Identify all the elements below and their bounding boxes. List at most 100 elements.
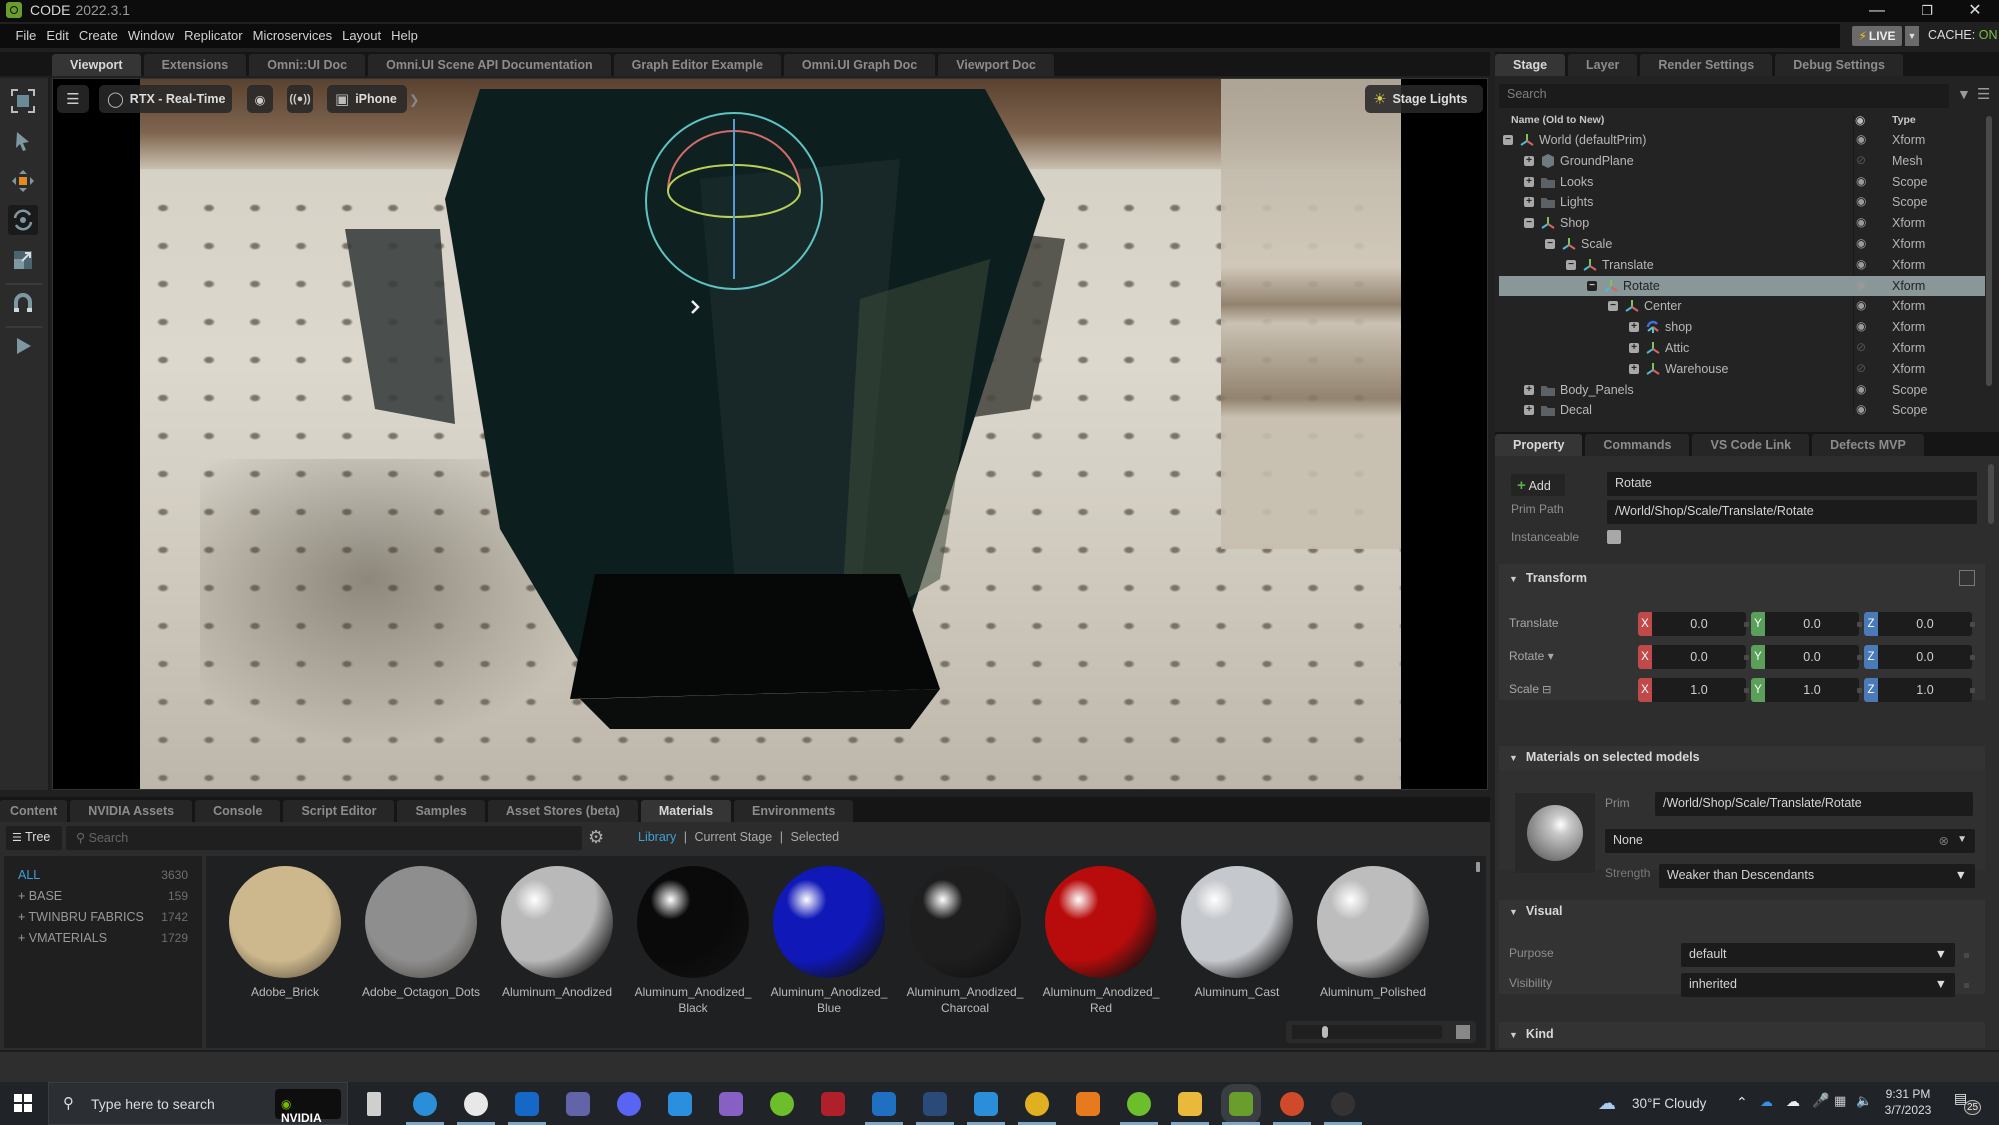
tab-content[interactable]: Content [0,800,68,822]
eye-icon[interactable]: ◉ [1856,215,1866,229]
stage-tree-row[interactable]: − World (defaultPrim) ◉ Xform [1499,130,1985,151]
category-base[interactable]: + BASE 159 [18,889,188,903]
stage-tree-row[interactable]: − Scale ◉ Xform [1499,234,1985,255]
rotate-tool[interactable] [8,205,38,235]
cloud-icon[interactable]: ☁ [1786,1093,1800,1110]
expand-icon[interactable]: + [1524,176,1534,187]
discord-taskbar-icon[interactable] [617,1092,641,1116]
reset-value-dot[interactable] [1970,688,1975,693]
collapse-icon[interactable]: − [1587,280,1597,291]
task-view-taskbar-icon[interactable] [367,1092,381,1116]
filter-library[interactable]: Library [638,830,676,844]
type-column-header[interactable]: Type [1892,114,1916,126]
tab-omni-ui-graph-doc[interactable]: Omni.UI Graph Doc [783,54,936,76]
visual-section-header[interactable]: ▼ Visual [1499,900,1985,924]
onedrive-icon[interactable]: ☁ [1760,1094,1773,1110]
show-hidden-icons-chevron[interactable]: ⌃ [1736,1094,1748,1111]
davinci-resolve-taskbar-icon[interactable] [923,1092,947,1116]
collapse-icon[interactable]: − [1503,135,1513,145]
category-all[interactable]: ALL 3630 [18,868,188,882]
uniform-scale-link-icon[interactable]: ⊟ [1539,684,1551,696]
materials-scrollbar[interactable] [1476,862,1480,872]
collapse-icon[interactable]: − [1608,301,1618,312]
stage-tree-row[interactable]: + Warehouse ⊘ Xform [1499,359,1985,380]
expand-icon[interactable]: + [1629,322,1639,333]
transform-rotate-y-field[interactable]: Y 0.0 [1751,645,1859,669]
frame-selection-tool[interactable] [8,86,38,116]
transform-options-icon[interactable] [1959,570,1975,586]
tab-render-settings[interactable]: Render Settings [1640,54,1773,76]
network-icon[interactable]: ▦ [1834,1093,1846,1109]
eye-hidden-icon[interactable]: ⊘ [1856,361,1866,375]
stage-tree-row[interactable]: − Shop ◉ Xform [1499,213,1985,234]
obs-taskbar-icon[interactable] [1331,1092,1355,1116]
tab-graph-editor-example[interactable]: Graph Editor Example [613,54,781,76]
chrome-taskbar-icon[interactable] [1025,1092,1049,1116]
transform-rotate-label[interactable]: Rotate ▾ [1509,649,1554,663]
live-dropdown-button[interactable]: ▼ [1905,26,1919,46]
material-thumbnail[interactable]: Adobe_Brick [218,866,352,1000]
expand-icon[interactable]: + [1524,155,1534,166]
category-vmaterials[interactable]: + VMATERIALS 1729 [18,931,188,945]
property-scrollbar[interactable] [1988,464,1994,524]
purpose-select[interactable]: default ▼ [1681,943,1955,967]
outlook-taskbar-icon[interactable] [515,1092,539,1116]
windows-start-button[interactable] [14,1094,32,1112]
chevron-down-icon[interactable]: ▼ [1955,868,1967,882]
expand-icon[interactable]: + [1524,197,1534,208]
reset-value-dot[interactable] [1857,655,1862,660]
clock[interactable]: 9:31 PM 3/7/2023 [1884,1087,1932,1117]
material-thumbnail[interactable]: Aluminum_Anodized [490,866,624,1000]
category-twinbru-fabrics[interactable]: + TWINBRU FABRICS 1742 [18,910,188,924]
reset-value-dot[interactable] [1744,688,1749,693]
snap-tool[interactable] [8,288,38,318]
vscode-taskbar-icon[interactable] [668,1092,692,1116]
display-options-button[interactable]: ◉ [247,85,273,113]
stage-lights-button[interactable]: ☀ Stage Lights [1365,85,1483,113]
chevron-down-icon[interactable]: ▼ [1935,977,1947,991]
strength-select[interactable]: Weaker than Descendants ▼ [1659,864,1975,888]
material-select[interactable]: None ⊗ ▼ [1605,829,1975,853]
slack-taskbar-icon[interactable] [464,1092,488,1116]
tree-toggle-button[interactable]: ☰ Tree [6,826,62,850]
stage-search-input[interactable]: Search [1499,84,1949,108]
app-green-taskbar-icon[interactable] [770,1092,794,1116]
viewport[interactable]: ☰ ◯ RTX - Real-Time ◉ ((●)) ▣ iPhone ❯ ☀ St… [52,78,1488,790]
material-thumbnail[interactable]: Aluminum_Anodized_ Blue [762,866,896,1016]
tab-environments[interactable]: Environments [734,800,854,822]
purpose-reset-dot[interactable] [1964,953,1969,958]
scale-tool[interactable] [8,245,38,275]
reset-value-dot[interactable] [1857,688,1862,693]
camera-button[interactable]: ▣ iPhone [327,85,407,113]
rotation-order-dropdown-icon[interactable]: ▾ [1544,649,1554,663]
stage-tree-row[interactable]: + Body_Panels ◉ Scope [1499,380,1985,401]
tab-stage[interactable]: Stage [1495,54,1566,76]
add-button[interactable]: + Add [1511,474,1565,496]
transform-rotate-z-field[interactable]: Z 0.0 [1864,645,1972,669]
filter-selected[interactable]: Selected [790,830,839,844]
reset-value-dot[interactable] [1744,622,1749,627]
material-thumbnail[interactable]: Aluminum_Polished [1306,866,1440,1000]
tab-vs-code-link[interactable]: VS Code Link [1692,434,1810,456]
material-thumbnail[interactable]: Adobe_Octagon_Dots [354,866,488,1000]
minimize-button[interactable]: — [1855,0,1899,22]
slider-thumb[interactable] [1322,1026,1328,1038]
tab-property[interactable]: Property [1495,434,1583,456]
weather-text[interactable]: 30°F Cloudy [1632,1096,1706,1111]
volume-icon[interactable]: 🔈 [1856,1093,1872,1109]
tab-omni-ui-scene-api-doc[interactable]: Omni.UI Scene API Documentation [368,54,611,76]
teams-taskbar-icon[interactable] [566,1092,590,1116]
move-tool[interactable] [8,166,38,196]
transform-translate-z-field[interactable]: Z 0.0 [1864,612,1972,636]
menu-file[interactable]: File [10,24,41,48]
chevron-down-icon[interactable]: ▼ [1957,834,1967,845]
kind-section-header[interactable]: ▼ Kind [1499,1022,1985,1048]
eye-icon[interactable]: ◉ [1856,382,1866,396]
material-thumbnail[interactable]: Aluminum_Anodized_ Red [1034,866,1168,1016]
visibility-select[interactable]: inherited ▼ [1681,973,1955,997]
powerpoint-taskbar-icon[interactable] [1280,1092,1304,1116]
transform-section-header[interactable]: ▼ Transform [1499,564,1985,594]
menu-microservices[interactable]: Microservices [248,24,337,48]
hamburger-menu-icon[interactable]: ☰ [1977,85,1990,103]
tab-omni-ui-doc[interactable]: Omni::UI Doc [249,54,366,76]
